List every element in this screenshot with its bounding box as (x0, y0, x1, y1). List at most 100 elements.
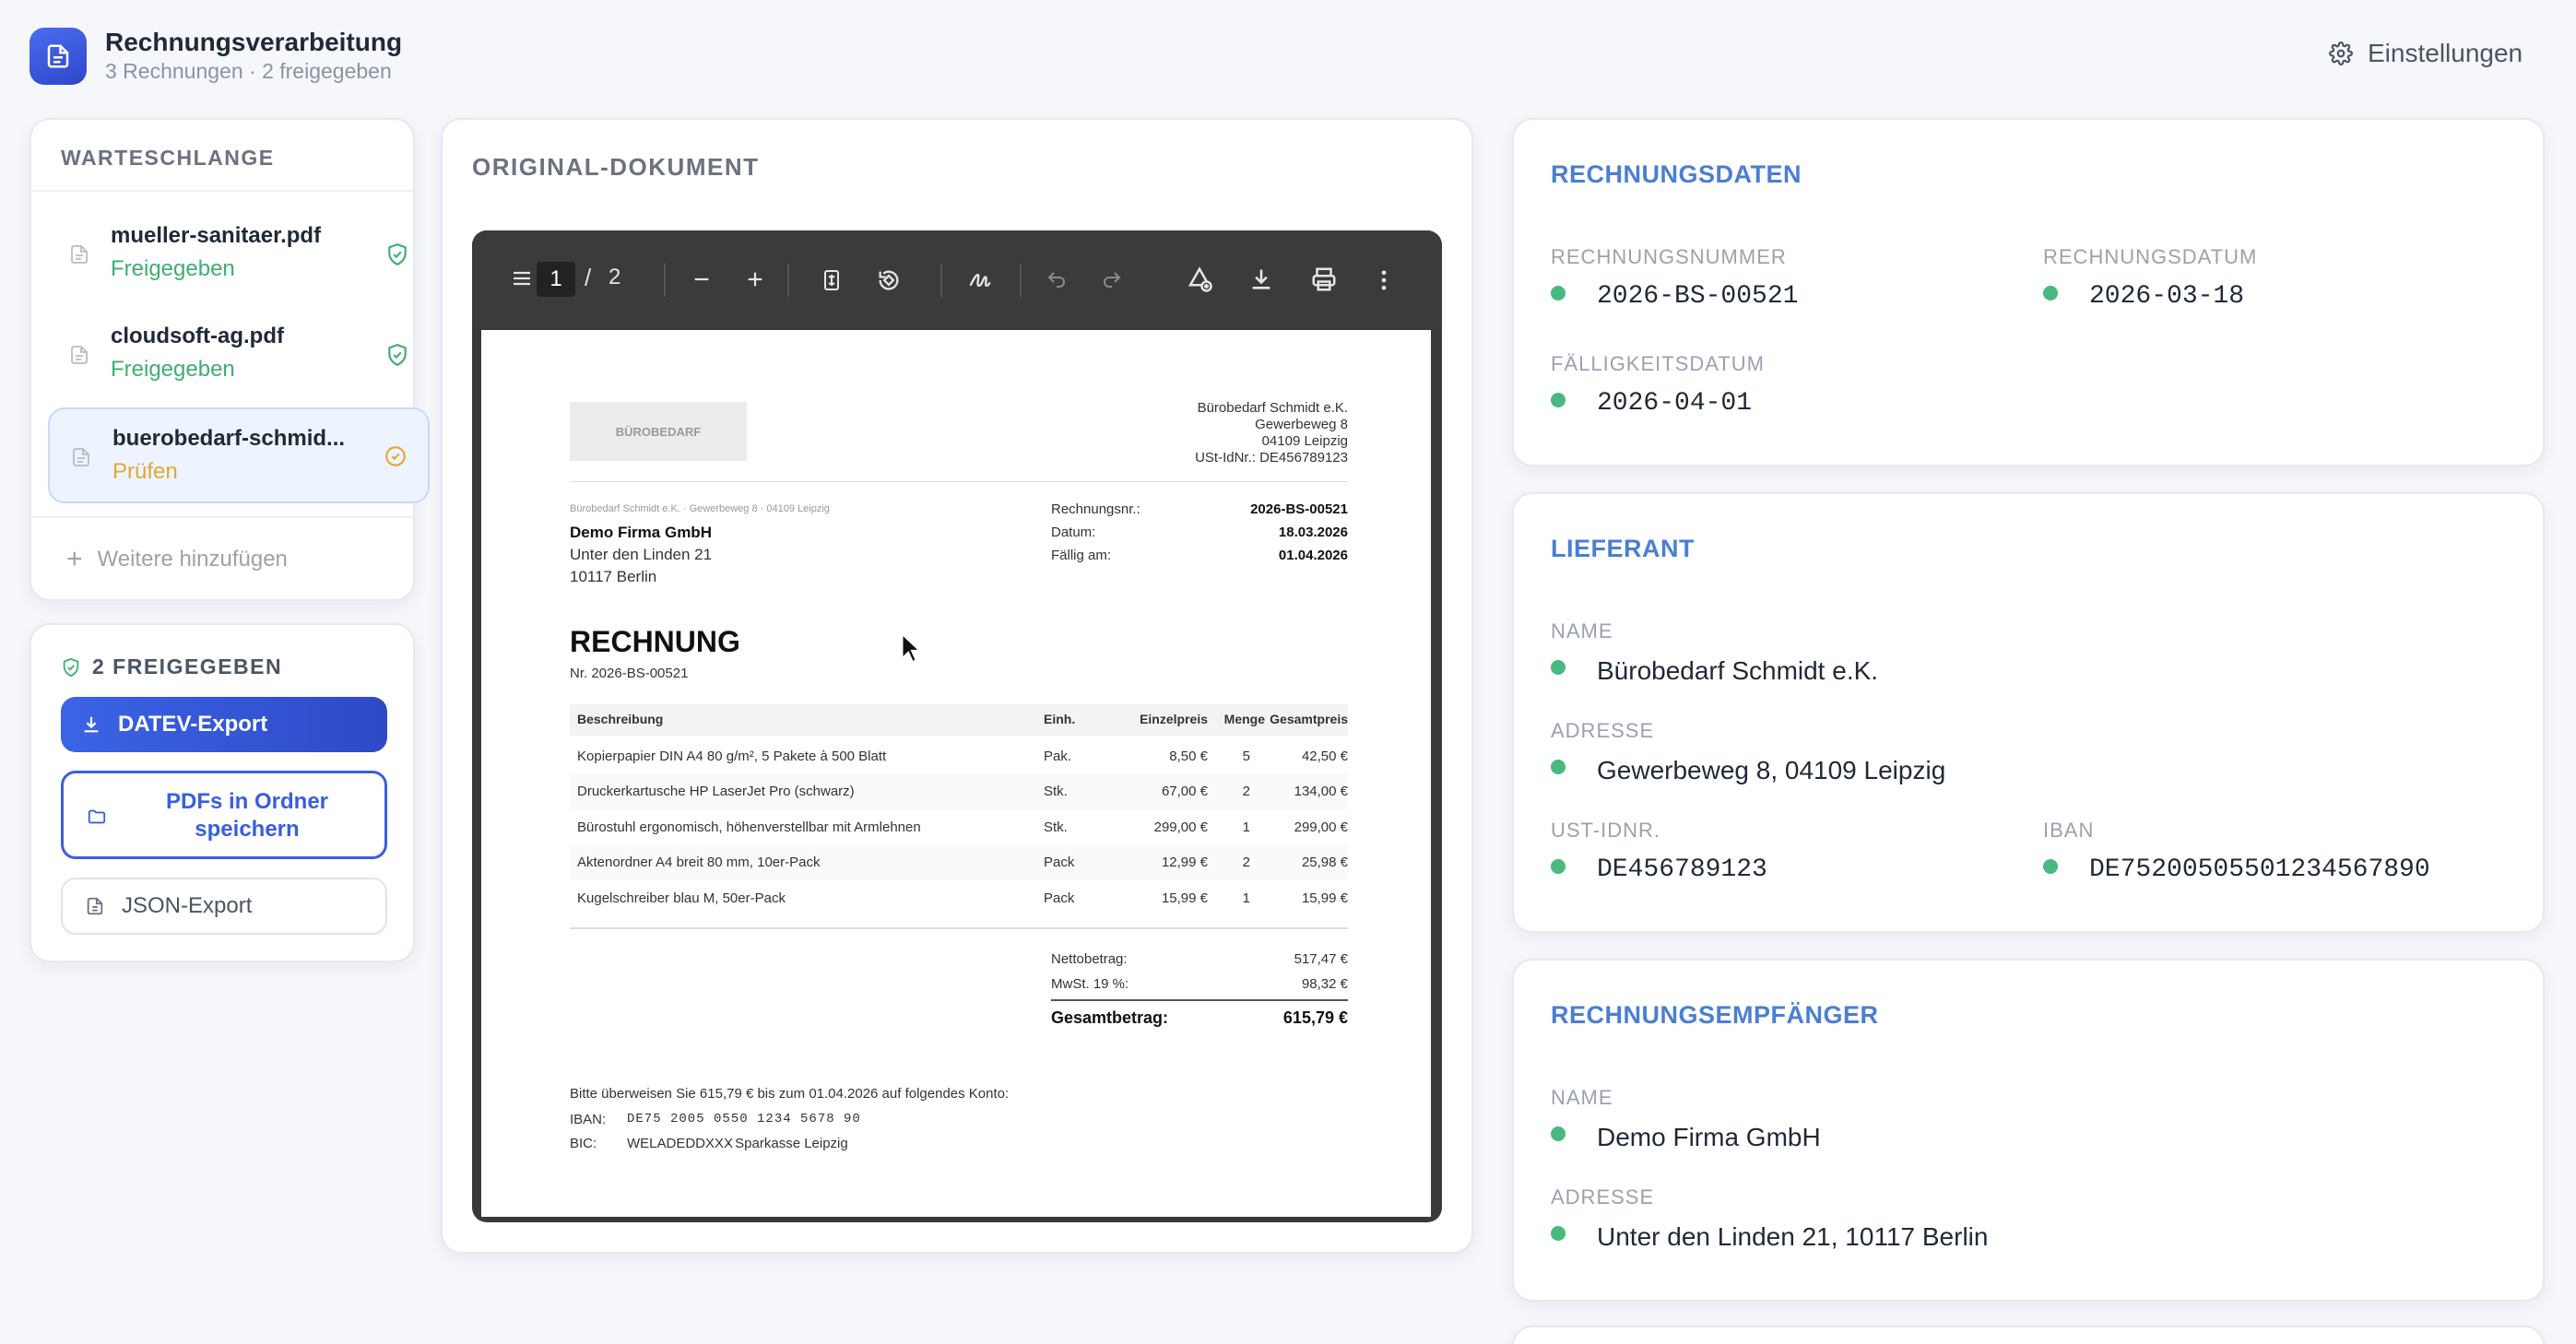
datev-export-label: DATEV-Export (118, 712, 268, 737)
col-header: Einzelpreis (1140, 712, 1208, 726)
recipient-panel: RECHNUNGSEMPFÄNGER NAME Demo Firma GmbH … (1512, 959, 2545, 1302)
status-dot (1551, 393, 1566, 407)
cell-total: 25,98 € (1301, 855, 1348, 870)
cloud-add-icon[interactable] (1184, 265, 1215, 293)
total-label: Gesamtbetrag: (1051, 1008, 1169, 1027)
page-separator: / (585, 264, 592, 291)
queue-item-active[interactable]: buerobedarf-schmid... Prüfen (48, 407, 430, 503)
page-total: 2 (609, 265, 621, 289)
sender-street: Gewerbeweg 8 (1255, 417, 1348, 432)
json-export-label: JSON-Export (122, 893, 253, 918)
supplier-address-value[interactable]: Gewerbeweg 8, 04109 Leipzig (1597, 756, 1945, 785)
recipient-name: Demo Firma GmbH (570, 524, 712, 541)
queue-panel: WARTESCHLANGE mueller-sanitaer.pdf Freig… (30, 118, 430, 601)
page-number-input[interactable]: 1 (537, 262, 575, 297)
print-icon[interactable] (1309, 265, 1339, 293)
next-panel-peek (1512, 1326, 2545, 1344)
download-icon[interactable] (1248, 265, 1274, 293)
cell-description: Kopierpapier DIN A4 80 g/m², 5 Pakete à … (577, 749, 887, 764)
supplier-name-value[interactable]: Bürobedarf Schmidt e.K. (1597, 656, 1878, 686)
invoice-data-panel: RECHNUNGSDATEN RECHNUNGSNUMMER 2026-BS-0… (1512, 118, 2545, 466)
mouse-cursor-icon (901, 632, 922, 664)
cell-unit: Stk. (1044, 784, 1068, 799)
cell-quantity: 1 (1242, 890, 1250, 906)
file-json-icon (87, 897, 103, 915)
queue-item-filename: cloudsoft-ag.pdf (111, 324, 284, 348)
sender-logo-text: BÜROBEDARF (615, 424, 702, 439)
document-heading: ORIGINAL-DOKUMENT (472, 153, 760, 181)
queue-item-status: Freigegeben (111, 357, 235, 382)
cell-quantity: 1 (1242, 819, 1250, 835)
sender-logo: BÜROBEDARF (570, 402, 747, 461)
cell-unit: Pack (1044, 890, 1075, 906)
total-value: 615,79 € (1282, 1008, 1348, 1027)
iban-label: IBAN: (570, 1112, 607, 1127)
field-label: ADRESSE (1551, 719, 1655, 742)
rotate-icon[interactable] (876, 267, 902, 293)
supplier-iban-value[interactable]: DE75200505501234567890 (2089, 855, 2430, 884)
status-dot (1551, 1126, 1566, 1141)
undo-icon[interactable] (1046, 269, 1068, 291)
zoom-out-icon[interactable] (691, 269, 712, 289)
app-title: Rechnungsverarbeitung (105, 28, 403, 56)
sender-return-line: Bürobedarf Schmidt e.K. · Gewerbeweg 8 ·… (570, 503, 830, 514)
cell-unit-price: 67,00 € (1161, 784, 1208, 799)
cell-unit: Pack (1044, 855, 1075, 870)
app-subtitle: 3 Rechnungen · 2 freigegeben (105, 59, 392, 83)
status-dot (1551, 760, 1566, 774)
pdfs-save-button[interactable]: PDFs in Ordner speichern (61, 771, 387, 859)
cell-total: 299,00 € (1294, 819, 1348, 835)
invoice-number-value[interactable]: 2026-BS-00521 (1597, 282, 1798, 311)
bic-value: WELADEDDXXX (627, 1136, 734, 1151)
status-dot (2043, 859, 2058, 874)
settings-button[interactable]: Einstellungen (2329, 39, 2523, 68)
export-panel: 2 FREIGEGEBEN DATEV-Export PDFs in Ordne… (30, 623, 415, 962)
recipient-name-value[interactable]: Demo Firma GmbH (1597, 1123, 1821, 1152)
file-icon (71, 245, 88, 264)
pdf-viewer[interactable]: 1 / 2 BÜROBEDARF Bürobedarf Schmidt e.K.… (472, 230, 1442, 1222)
vat-value: 98,32 € (1301, 976, 1348, 992)
field-label: NAME (1551, 1086, 1613, 1109)
queue-item-filename: mueller-sanitaer.pdf (111, 223, 322, 248)
check-circle-icon (385, 446, 406, 466)
datev-export-button[interactable]: DATEV-Export (61, 697, 387, 752)
redo-icon[interactable] (1101, 269, 1123, 291)
add-more-button[interactable]: + Weitere hinzufügen (66, 546, 288, 573)
draw-icon[interactable] (966, 267, 994, 293)
queue-item[interactable]: mueller-sanitaer.pdf Freigegeben (48, 206, 430, 302)
field-label: RECHNUNGSNUMMER (1551, 245, 1787, 268)
sender-name: Bürobedarf Schmidt e.K. (1197, 400, 1348, 416)
queue-item-filename: buerobedarf-schmid... (112, 426, 346, 451)
recipient-address-value[interactable]: Unter den Linden 21, 10117 Berlin (1597, 1222, 1988, 1252)
recipient-title: RECHNUNGSEMPFÄNGER (1551, 1001, 1879, 1029)
field-label: NAME (1551, 619, 1613, 643)
app-logo-icon (30, 28, 87, 85)
col-header: Gesamtpreis (1270, 712, 1348, 726)
cell-description: Aktenordner A4 breit 80 mm, 10er-Pack (577, 855, 821, 870)
iban-value: DE75 2005 0550 1234 5678 90 (627, 1112, 861, 1126)
due-date-value[interactable]: 2026-04-01 (1597, 389, 1752, 418)
field-label: ADRESSE (1551, 1185, 1655, 1208)
cell-quantity: 2 (1242, 784, 1250, 799)
json-export-button[interactable]: JSON-Export (61, 878, 387, 935)
menu-icon[interactable] (511, 267, 533, 289)
meta-label: Datum: (1051, 525, 1096, 540)
queue-item[interactable]: cloudsoft-ag.pdf Freigegeben (48, 307, 430, 403)
payment-note: Bitte überweisen Sie 615,79 € bis zum 01… (570, 1086, 1010, 1102)
zoom-in-icon[interactable] (745, 269, 765, 289)
recipient-street: Unter den Linden 21 (570, 546, 713, 563)
bank-name: · Sparkasse Leipzig (727, 1136, 848, 1151)
shield-check-icon (63, 657, 79, 677)
cell-unit-price: 8,50 € (1169, 749, 1208, 764)
more-vertical-icon[interactable] (1377, 267, 1390, 293)
fit-page-icon[interactable] (821, 267, 843, 293)
status-dot (2043, 286, 2058, 301)
cell-description: Bürostuhl ergonomisch, höhenverstellbar … (577, 819, 921, 835)
invoice-date-value[interactable]: 2026-03-18 (2089, 282, 2244, 311)
supplier-vat-value[interactable]: DE456789123 (1597, 855, 1767, 884)
download-icon (84, 716, 99, 733)
cell-quantity: 2 (1242, 855, 1250, 870)
shield-check-icon (388, 344, 407, 367)
status-dot (1551, 1226, 1566, 1241)
field-label: RECHNUNGSDATUM (2043, 245, 2258, 268)
